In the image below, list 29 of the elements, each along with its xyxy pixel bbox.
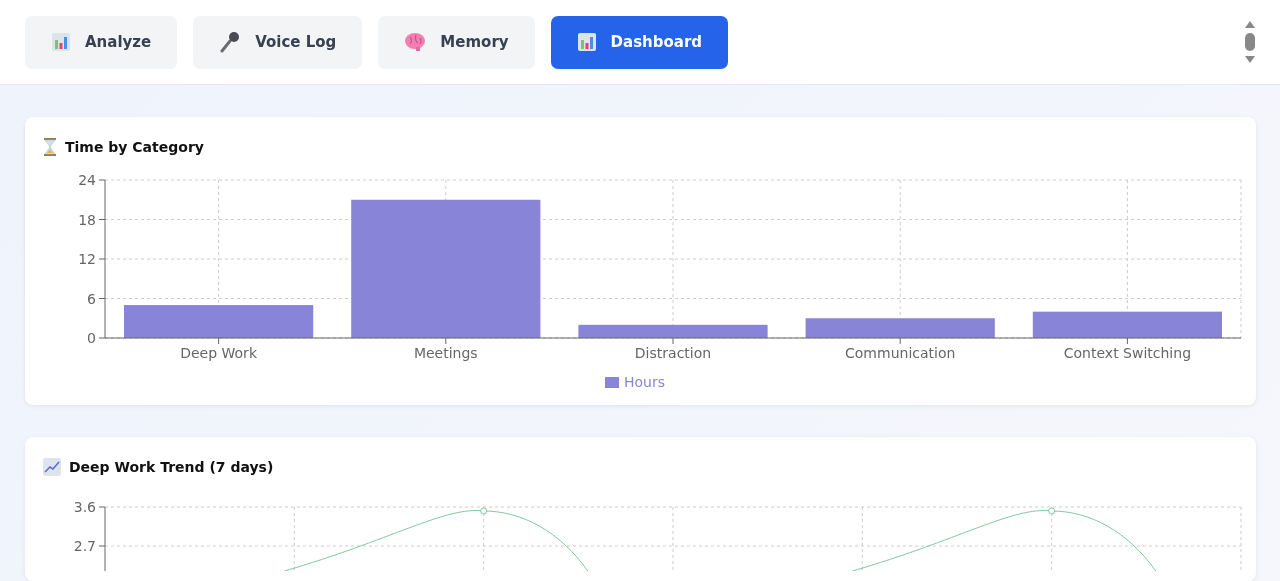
nav-tab[interactable]: Dashboard xyxy=(550,15,729,69)
legend-swatch xyxy=(605,377,619,388)
nav-tab[interactable]: Voice Log xyxy=(193,15,363,69)
trend-chart-icon xyxy=(43,458,61,476)
axis-category-label: Distraction xyxy=(634,345,712,361)
legend-label: Hours xyxy=(624,374,665,390)
axis-category-label: Communication xyxy=(845,345,956,361)
nav-tab[interactable]: Memory xyxy=(378,15,535,69)
axis-tick-label: 0 xyxy=(87,330,96,346)
axis-tick-label: 24 xyxy=(78,172,96,188)
card-title: Deep Work Trend (7 days) xyxy=(69,459,274,475)
axis-tick-label: 2.7 xyxy=(73,538,96,554)
brain-icon xyxy=(404,32,427,52)
data-point xyxy=(1048,507,1056,515)
axis-category-label: Deep Work xyxy=(180,345,257,361)
data-point xyxy=(480,507,488,515)
axis-tick-label: 6 xyxy=(87,290,96,307)
bar-chart-icon xyxy=(51,32,71,52)
nav-tab[interactable]: Analyze xyxy=(25,15,178,69)
bar-chart-icon xyxy=(576,32,597,52)
axis-tick-label: 3.6 xyxy=(73,499,96,515)
y-axis xyxy=(98,506,106,571)
axis-category-label: Meetings xyxy=(413,345,478,361)
microphone-icon xyxy=(219,31,242,53)
hourglass-icon xyxy=(43,138,57,156)
axis-category-label: Context Switching xyxy=(1063,345,1191,361)
card-title: Time by Category xyxy=(65,139,204,155)
axis-tick-label: 18 xyxy=(78,211,96,228)
axis-tick-label: 12 xyxy=(78,251,96,267)
